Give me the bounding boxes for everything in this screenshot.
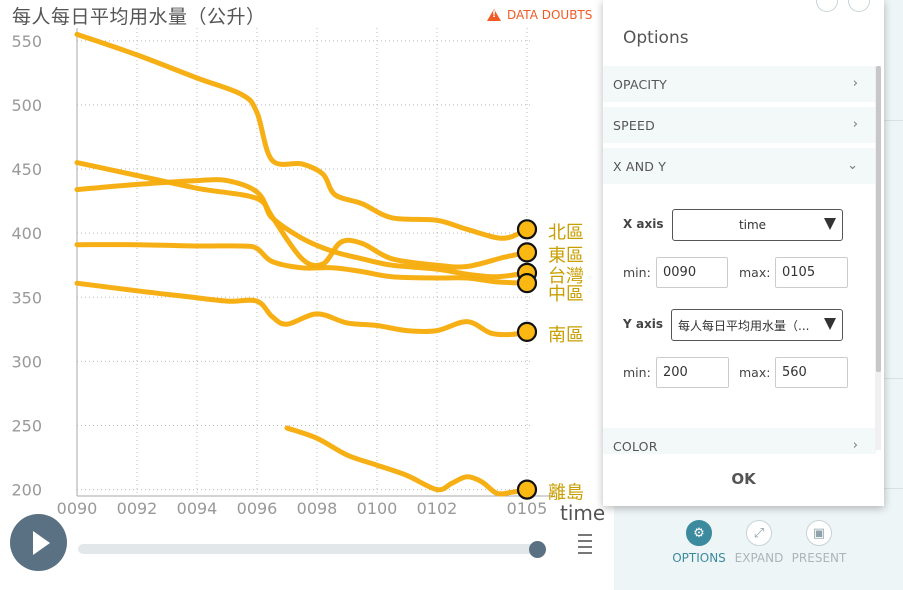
chevron-down-icon: ⌄	[847, 158, 858, 173]
x-min-label: min:	[623, 265, 651, 280]
expand-button[interactable]: ⤢ EXPAND	[734, 520, 784, 565]
gear-icon: ⚙	[686, 520, 712, 546]
data-doubts-label: DATA DOUBTS	[507, 8, 593, 22]
ok-button[interactable]: OK	[603, 456, 884, 502]
y-max-label: max:	[739, 365, 771, 380]
bubble-4	[516, 321, 538, 342]
section-color-label: COLOR	[613, 439, 658, 454]
section-xy-label: X AND Y	[613, 159, 667, 174]
trail-line-5	[284, 425, 530, 497]
y-tick-label: 400	[11, 224, 42, 243]
y-tick-label: 300	[11, 352, 42, 371]
x-min-input[interactable]	[656, 257, 728, 288]
y-min-input[interactable]	[656, 357, 729, 388]
play-button[interactable]	[10, 514, 67, 571]
chevron-right-icon: ›	[852, 117, 858, 132]
trail-line-1	[74, 177, 530, 270]
data-doubts-link[interactable]: DATA DOUBTS	[487, 8, 592, 22]
section-xy[interactable]: X AND Y ⌄	[603, 148, 876, 186]
x-tick-label: 0105	[507, 499, 548, 518]
bubble-1	[516, 242, 538, 263]
speed-menu-icon[interactable]	[578, 534, 592, 562]
options-dialog: Options OPACITY › SPEED › X AND Y ⌄ X ax…	[603, 0, 884, 506]
x-max-label: max:	[739, 265, 771, 280]
dialog-top-icons	[816, 0, 870, 12]
trail-line-0	[74, 31, 530, 241]
section-speed-label: SPEED	[613, 118, 655, 133]
y-tick-label: 350	[11, 288, 42, 307]
dropdown-arrow-icon	[824, 218, 836, 230]
section-speed[interactable]: SPEED ›	[603, 107, 876, 145]
x-tick-label: 0100	[357, 499, 398, 518]
y-axis-label: Y axis	[623, 317, 663, 331]
bubble-5	[516, 479, 538, 500]
x-max-input[interactable]	[775, 257, 848, 288]
bubble-label-1: 東區	[548, 245, 584, 266]
bubble-label-3: 中區	[548, 284, 584, 305]
x-axis-title[interactable]: time	[560, 501, 605, 525]
y-axis-select-value: 每人每日平均用水量（...	[678, 318, 810, 333]
options-label: OPTIONS	[672, 551, 726, 565]
y-min-label: min:	[623, 365, 651, 380]
dropdown-arrow-icon	[824, 318, 836, 330]
y-tick-label: 550	[11, 32, 42, 51]
present-button[interactable]: ▣ PRESENT	[791, 520, 847, 565]
y-axis-select[interactable]: 每人每日平均用水量（...	[671, 309, 843, 341]
bubble-label-4: 南區	[548, 325, 584, 346]
x-axis-label: X axis	[623, 217, 664, 231]
bubble-chart: 550 500 450 400 350 300 250 200 0090 0092 0094 0096…	[11, 28, 584, 518]
y-axis-title[interactable]: 每人每日平均用水量（公升）	[12, 2, 266, 29]
section-opacity[interactable]: OPACITY ›	[603, 66, 876, 104]
y-tick-label: 450	[11, 160, 42, 179]
x-tick-label: 0092	[117, 499, 158, 518]
chart-bubble-labels: 北區東區台灣中區南區離島	[548, 222, 584, 503]
dialog-scrollbar-thumb[interactable]	[876, 66, 881, 372]
chevron-right-icon: ›	[852, 438, 858, 453]
play-icon	[33, 531, 50, 555]
y-max-input[interactable]	[775, 357, 848, 388]
pin-icon[interactable]	[848, 0, 870, 12]
trail-line-4	[74, 280, 530, 338]
chevron-right-icon: ›	[852, 76, 858, 91]
xy-section-body: X axis time min: max: Y axis 每人每日平均用水量（.…	[603, 188, 876, 428]
x-tick-label: 0096	[237, 499, 278, 518]
x-tick-label: 0098	[297, 499, 338, 518]
time-slider-track[interactable]	[78, 544, 538, 554]
section-opacity-label: OPACITY	[613, 77, 667, 92]
expand-icon: ⤢	[746, 520, 772, 546]
x-axis-select[interactable]: time	[672, 209, 843, 241]
x-tick-label: 0102	[417, 499, 458, 518]
app-root: 550 500 450 400 350 300 250 200 0090 0092 0094 0096…	[0, 0, 903, 590]
present-label: PRESENT	[791, 551, 847, 565]
bubble-0	[516, 219, 538, 240]
warning-icon	[487, 9, 501, 21]
trail-line-3	[74, 242, 530, 286]
options-button[interactable]: ⚙ OPTIONS	[672, 520, 726, 565]
time-slider-handle[interactable]	[529, 541, 546, 558]
toolbar: ⚙ OPTIONS ⤢ EXPAND ▣ PRESENT	[672, 520, 847, 565]
x-tick-label: 0090	[57, 499, 98, 518]
bubble-3	[516, 273, 538, 294]
y-tick-label: 500	[11, 96, 42, 115]
x-axis-select-value: time	[738, 218, 767, 232]
hand-icon[interactable]	[816, 0, 838, 12]
y-tick-label: 200	[11, 481, 42, 500]
present-icon: ▣	[806, 520, 832, 546]
expand-label: EXPAND	[734, 551, 784, 565]
section-color[interactable]: COLOR ›	[603, 428, 876, 456]
dialog-title: Options	[623, 28, 689, 48]
x-tick-label: 0094	[177, 499, 218, 518]
bubble-label-0: 北區	[548, 222, 584, 243]
y-tick-label: 250	[11, 416, 42, 435]
